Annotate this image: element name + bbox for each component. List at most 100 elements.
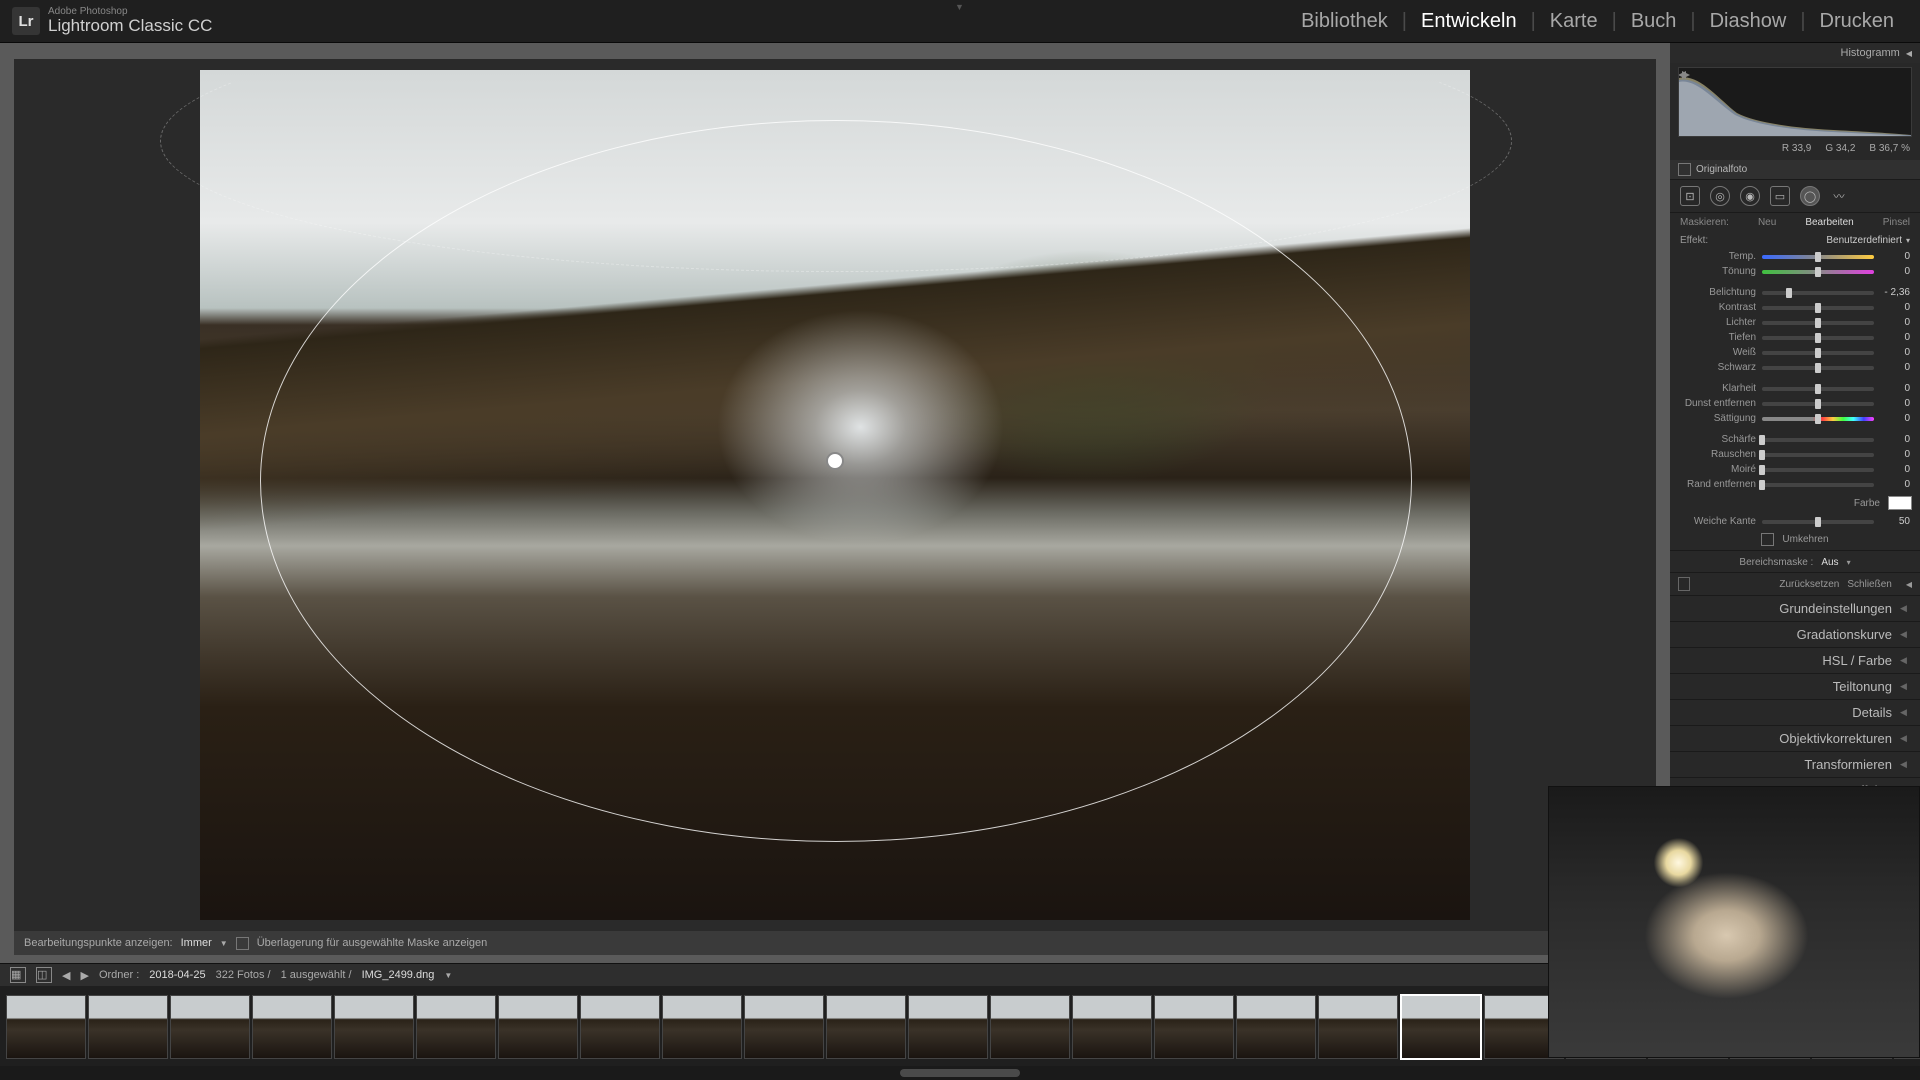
chevron-down-icon[interactable]: ▼ bbox=[220, 939, 228, 948]
nav-next-icon[interactable]: ▶ bbox=[80, 969, 88, 982]
thumbnail[interactable] bbox=[826, 995, 906, 1059]
original-checkbox[interactable] bbox=[1678, 163, 1691, 176]
folder-name[interactable]: 2018-04-25 bbox=[149, 969, 205, 981]
slider-randentfernen[interactable]: Rand entfernen 0 bbox=[1670, 477, 1920, 492]
thumbnail[interactable] bbox=[88, 995, 168, 1059]
slider-value[interactable]: 0 bbox=[1880, 413, 1910, 424]
radial-mask-outer[interactable] bbox=[160, 59, 1512, 272]
nav-prev-icon[interactable]: ◀ bbox=[62, 969, 70, 982]
module-book[interactable]: Buch bbox=[1617, 10, 1691, 33]
slider-sttigung[interactable]: Sättigung 0 bbox=[1670, 411, 1920, 426]
slider-value[interactable]: 0 bbox=[1880, 266, 1910, 277]
thumbnail[interactable] bbox=[498, 995, 578, 1059]
slider-schrfe[interactable]: Schärfe 0 bbox=[1670, 432, 1920, 447]
feather-value[interactable]: 50 bbox=[1880, 516, 1910, 527]
slider-moir[interactable]: Moiré 0 bbox=[1670, 462, 1920, 477]
radial-mask-ellipse[interactable] bbox=[260, 120, 1412, 842]
mask-pin-icon[interactable] bbox=[826, 452, 844, 470]
thumbnail[interactable] bbox=[6, 995, 86, 1059]
range-mask-row[interactable]: Bereichsmaske : Aus ▾ bbox=[1670, 550, 1920, 572]
slider-temp[interactable]: Temp. 0 bbox=[1670, 249, 1920, 264]
slider-schwarz[interactable]: Schwarz 0 bbox=[1670, 360, 1920, 375]
collapse-icon[interactable]: ◀ bbox=[1900, 759, 1910, 771]
effect-row[interactable]: Effekt: Benutzerdefiniert ▾ bbox=[1670, 232, 1920, 249]
slider-value[interactable]: - 2,36 bbox=[1880, 287, 1910, 298]
bottom-scrollbar[interactable] bbox=[0, 1066, 1920, 1080]
slider-value[interactable]: 0 bbox=[1880, 332, 1910, 343]
thumbnail[interactable] bbox=[908, 995, 988, 1059]
slider-value[interactable]: 0 bbox=[1880, 383, 1910, 394]
grid-view-icon[interactable]: ▦ bbox=[10, 967, 26, 983]
module-print[interactable]: Drucken bbox=[1806, 10, 1908, 33]
collapse-icon[interactable]: ◀ bbox=[1900, 629, 1910, 641]
slider-value[interactable]: 0 bbox=[1880, 347, 1910, 358]
crop-tool-icon[interactable]: ⊡ bbox=[1680, 186, 1700, 206]
chevron-down-icon[interactable]: ▾ bbox=[1847, 558, 1851, 567]
slider-wei[interactable]: Weiß 0 bbox=[1670, 345, 1920, 360]
slider-value[interactable]: 0 bbox=[1880, 464, 1910, 475]
effect-value[interactable]: Benutzerdefiniert bbox=[1826, 235, 1902, 246]
redeye-tool-icon[interactable]: ◉ bbox=[1740, 186, 1760, 206]
panel-hslfarbe[interactable]: HSL / Farbe ◀ bbox=[1670, 647, 1920, 673]
thumbnail[interactable] bbox=[170, 995, 250, 1059]
image-canvas[interactable] bbox=[14, 59, 1656, 931]
slider-rauschen[interactable]: Rauschen 0 bbox=[1670, 447, 1920, 462]
collapse-icon[interactable]: ◀ bbox=[1900, 733, 1910, 745]
chevron-down-icon[interactable]: ▼ bbox=[444, 971, 452, 980]
panel-transformieren[interactable]: Transformieren ◀ bbox=[1670, 751, 1920, 777]
thumbnail[interactable] bbox=[1154, 995, 1234, 1059]
thumbnail[interactable] bbox=[1400, 994, 1482, 1060]
histogram[interactable] bbox=[1678, 67, 1912, 137]
edit-points-value[interactable]: Immer bbox=[181, 937, 212, 949]
slider-value[interactable]: 0 bbox=[1880, 362, 1910, 373]
slider-value[interactable]: 0 bbox=[1880, 449, 1910, 460]
radial-tool-icon[interactable]: ◯ bbox=[1800, 186, 1820, 206]
panel-teiltonung[interactable]: Teiltonung ◀ bbox=[1670, 673, 1920, 699]
color-swatch[interactable] bbox=[1888, 496, 1912, 510]
slider-value[interactable]: 0 bbox=[1880, 398, 1910, 409]
thumbnail[interactable] bbox=[416, 995, 496, 1059]
feather-slider[interactable]: Weiche Kante 50 bbox=[1670, 514, 1920, 529]
slider-value[interactable]: 0 bbox=[1880, 251, 1910, 262]
overlay-checkbox[interactable] bbox=[236, 937, 249, 950]
chevron-down-icon[interactable]: ▾ bbox=[1906, 236, 1910, 245]
slider-tnung[interactable]: Tönung 0 bbox=[1670, 264, 1920, 279]
highlight-clip-icon[interactable] bbox=[1678, 70, 1909, 137]
collapse-icon[interactable]: ◀ bbox=[1900, 655, 1910, 667]
slider-dunstentfernen[interactable]: Dunst entfernen 0 bbox=[1670, 396, 1920, 411]
thumbnail[interactable] bbox=[1318, 995, 1398, 1059]
current-file[interactable]: IMG_2499.dng bbox=[362, 969, 435, 981]
slider-value[interactable]: 0 bbox=[1880, 479, 1910, 490]
panel-objektivkorrekturen[interactable]: Objektivkorrekturen ◀ bbox=[1670, 725, 1920, 751]
top-grip[interactable]: ▼ bbox=[955, 2, 965, 12]
switch-icon[interactable] bbox=[1678, 577, 1690, 591]
collapse-icon[interactable]: ◀ bbox=[1906, 49, 1912, 58]
brush-tool-icon[interactable]: 〰 bbox=[1830, 187, 1848, 205]
slider-kontrast[interactable]: Kontrast 0 bbox=[1670, 300, 1920, 315]
mask-tab-brush[interactable]: Pinsel bbox=[1883, 217, 1910, 228]
module-map[interactable]: Karte bbox=[1536, 10, 1612, 33]
module-develop[interactable]: Entwickeln bbox=[1407, 10, 1531, 33]
thumbnail[interactable] bbox=[744, 995, 824, 1059]
compare-view-icon[interactable]: ◫ bbox=[36, 967, 52, 983]
slider-tiefen[interactable]: Tiefen 0 bbox=[1670, 330, 1920, 345]
module-library[interactable]: Bibliothek bbox=[1287, 10, 1402, 33]
invert-checkbox[interactable] bbox=[1761, 533, 1774, 546]
thumbnail[interactable] bbox=[252, 995, 332, 1059]
mask-tab-edit[interactable]: Bearbeiten bbox=[1805, 217, 1853, 228]
slider-klarheit[interactable]: Klarheit 0 bbox=[1670, 381, 1920, 396]
slider-value[interactable]: 0 bbox=[1880, 317, 1910, 328]
reset-button[interactable]: Zurücksetzen bbox=[1779, 579, 1839, 590]
module-slideshow[interactable]: Diashow bbox=[1696, 10, 1801, 33]
collapse-icon[interactable]: ◀ bbox=[1906, 580, 1912, 589]
spot-tool-icon[interactable]: ◎ bbox=[1710, 186, 1730, 206]
photo-preview[interactable] bbox=[200, 70, 1470, 920]
thumbnail[interactable] bbox=[662, 995, 742, 1059]
panel-gradationskurve[interactable]: Gradationskurve ◀ bbox=[1670, 621, 1920, 647]
close-button[interactable]: Schließen bbox=[1847, 579, 1891, 590]
thumbnail[interactable] bbox=[1236, 995, 1316, 1059]
slider-value[interactable]: 0 bbox=[1880, 302, 1910, 313]
thumbnail[interactable] bbox=[990, 995, 1070, 1059]
thumbnail[interactable] bbox=[1072, 995, 1152, 1059]
collapse-icon[interactable]: ◀ bbox=[1900, 603, 1910, 615]
